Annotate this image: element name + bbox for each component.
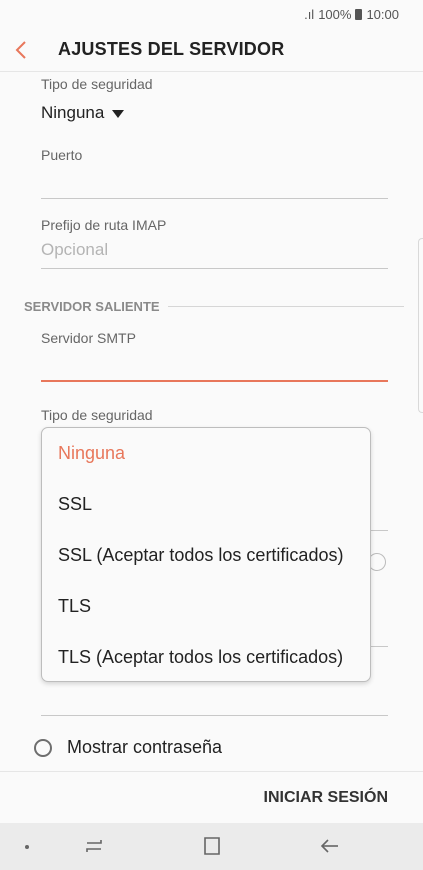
status-bar: .ıl 100% 10:00 [0, 0, 423, 28]
battery-percent: 100% [318, 6, 352, 22]
imap-prefix-label: Prefijo de ruta IMAP [41, 217, 167, 233]
port-label: Puerto [41, 147, 83, 163]
battery-icon [355, 8, 363, 20]
menu-item-tls-all-certs[interactable]: TLS (Aceptar todos los certificados) [58, 632, 368, 683]
imap-prefix-underline [41, 268, 388, 269]
incoming-security-dropdown[interactable]: Ninguna [41, 103, 125, 123]
password-underline [41, 715, 388, 716]
menu-item-tls[interactable]: TLS [58, 581, 368, 632]
smtp-underline-focused [41, 380, 388, 382]
home-icon[interactable] [202, 835, 222, 862]
hidden-underline [371, 530, 388, 531]
back-arrow-icon[interactable] [14, 28, 54, 72]
recent-apps-icon[interactable] [84, 835, 104, 862]
port-underline [41, 198, 388, 199]
hidden-underline [371, 646, 388, 647]
show-password-label: Mostrar contraseña [67, 737, 223, 757]
section-divider [167, 306, 404, 307]
login-button[interactable]: INICIAR SESIÓN [264, 789, 388, 807]
signal-icon: .ıl [304, 6, 315, 22]
security-type-menu: Ninguna SSL SSL (Aceptar todos los certi… [41, 427, 371, 682]
incoming-security-value: Ninguna [41, 103, 105, 122]
dropdown-arrow-icon [112, 109, 125, 118]
page-title: AJUSTES DEL SERVIDOR [58, 39, 285, 59]
outgoing-security-label: Tipo de seguridad [41, 407, 153, 423]
navigation-bar [0, 823, 423, 870]
nav-dot-icon [25, 845, 29, 849]
show-password-radio[interactable] [34, 738, 52, 757]
imap-prefix-input[interactable]: Opcional [41, 240, 108, 260]
menu-item-ninguna[interactable]: Ninguna [58, 428, 368, 479]
outgoing-section-header: SERVIDOR SALIENTE [24, 299, 404, 314]
app-header: AJUSTES DEL SERVIDOR [0, 28, 423, 72]
menu-item-ssl[interactable]: SSL [58, 479, 368, 530]
clock: 10:00 [366, 6, 399, 22]
bottom-action-bar: INICIAR SESIÓN [0, 771, 423, 823]
outgoing-section-title: SERVIDOR SALIENTE [24, 299, 160, 314]
incoming-security-label: Tipo de seguridad [41, 76, 153, 92]
show-password-option[interactable]: Mostrar contraseña [34, 737, 222, 758]
smtp-label: Servidor SMTP [41, 330, 136, 346]
back-icon[interactable] [320, 835, 340, 862]
scroll-handle[interactable] [418, 238, 423, 413]
menu-item-ssl-all-certs[interactable]: SSL (Aceptar todos los certificados) [58, 530, 368, 581]
